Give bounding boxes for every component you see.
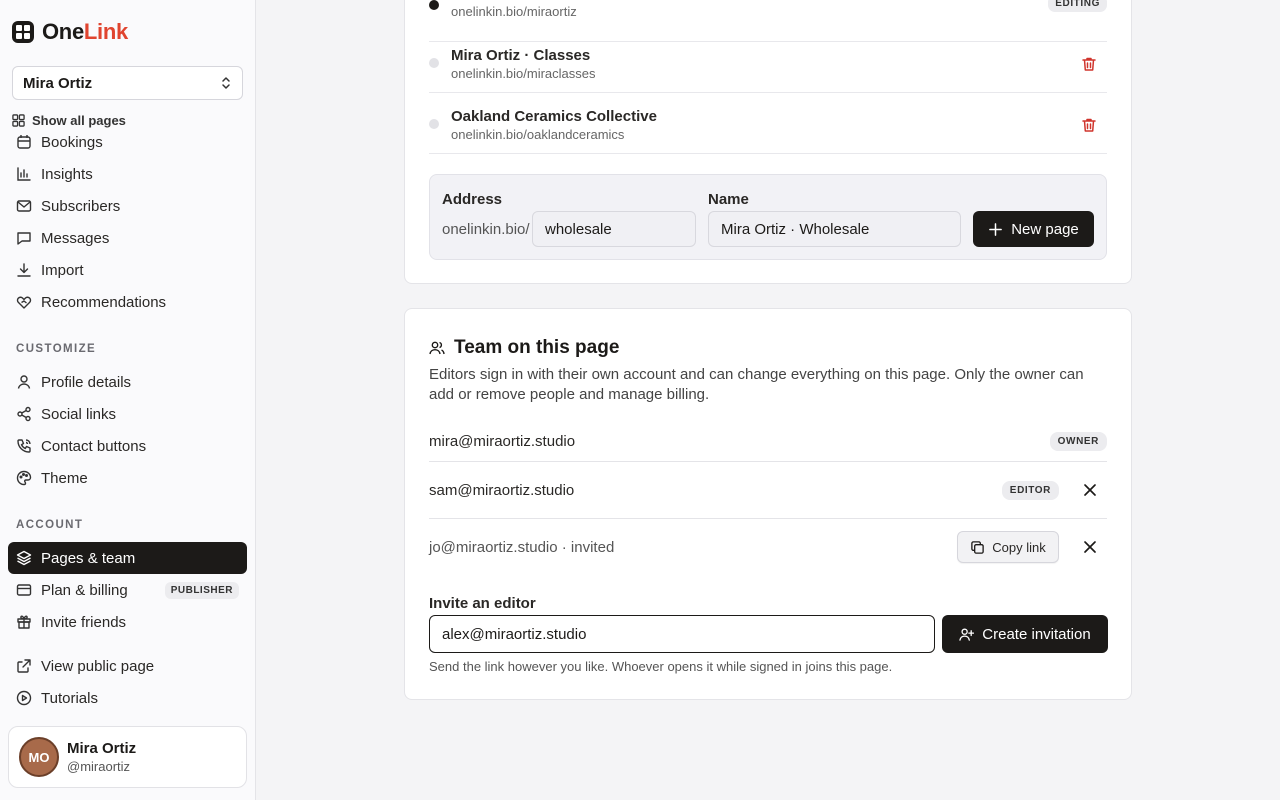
grid-icon (12, 114, 25, 127)
plan-badge: PUBLISHER (164, 581, 239, 599)
external-link-icon (17, 659, 31, 673)
heart-handshake-icon (16, 296, 32, 309)
member-row-invited: jo@miraortiz.studio · invited Copy link (429, 519, 1107, 576)
avatar: MO (19, 737, 59, 777)
message-icon (17, 232, 31, 245)
share-icon (17, 406, 31, 422)
invite-email-input[interactable] (429, 615, 935, 653)
section-label-account: ACCOUNT (16, 519, 84, 531)
user-plus-icon (959, 627, 975, 641)
sidebar-item-view-public-page[interactable]: View public page (8, 650, 247, 682)
phone-icon (17, 439, 31, 453)
editing-badge: EDITING (1048, 0, 1107, 12)
invite-help-text: Send the link however you like. Whoever … (429, 659, 893, 674)
page-selector-value: Mira Ortiz (23, 74, 93, 92)
member-email: jo@miraortiz.studio · invited (429, 539, 615, 556)
address-input[interactable] (532, 211, 696, 247)
account-name: Mira Ortiz (67, 740, 137, 757)
sidebar-item-theme[interactable]: Theme (8, 462, 247, 494)
plus-icon (989, 222, 1003, 236)
sidebar-item-bookings[interactable]: Bookings (8, 133, 247, 158)
layers-icon (16, 550, 32, 566)
sidebar-nav[interactable]: Bookings Insights Subscribers Messages I… (0, 133, 255, 715)
page-selector[interactable]: Mira Ortiz (12, 66, 243, 100)
name-label: Name (708, 191, 749, 208)
new-page-button[interactable]: New page (973, 211, 1094, 247)
member-row-owner: mira@miraortiz.studio OWNER (429, 423, 1107, 462)
user-icon (17, 375, 31, 389)
page-url: onelinkin.bio/miraclasses (451, 66, 596, 81)
account-card[interactable]: MO Mira Ortiz @miraortiz (8, 726, 247, 788)
download-icon (17, 263, 31, 277)
page-name: Mira Ortiz · Classes (451, 47, 591, 64)
page-name: Oakland Ceramics Collective (451, 108, 657, 125)
sidebar-item-recommendations[interactable]: Recommendations (8, 286, 247, 318)
chevron-up-down-icon (222, 77, 230, 89)
grid-logo-icon (12, 21, 34, 43)
sidebar-item-contact-buttons[interactable]: Contact buttons (8, 430, 247, 462)
sidebar-item-tutorials[interactable]: Tutorials (8, 682, 247, 714)
trash-icon[interactable] (1081, 117, 1097, 133)
page-row-miraclasses[interactable]: Mira Ortiz · Classes onelinkin.bio/mirac… (429, 32, 1107, 93)
sidebar-item-insights[interactable]: Insights (8, 158, 247, 190)
account-handle: @miraortiz (67, 759, 131, 774)
section-label-customize: CUSTOMIZE (16, 343, 97, 355)
sidebar-item-pages-team[interactable]: Pages & team (8, 542, 247, 574)
sidebar-item-social-links[interactable]: Social links (8, 398, 247, 430)
show-all-pages-link[interactable]: Show all pages (12, 113, 126, 128)
gift-icon (17, 615, 31, 629)
page-url: onelinkin.bio/miraortiz (451, 4, 577, 19)
editor-badge: EDITOR (1001, 481, 1059, 500)
new-page-form: Address onelinkin.bio/ Name New page (429, 174, 1107, 260)
sidebar: OneLink Mira Ortiz Show all pages Bookin… (0, 0, 256, 800)
sidebar-item-profile-details[interactable]: Profile details (8, 366, 247, 398)
pages-card: onelinkin.bio/miraortiz EDITING Mira Ort… (404, 0, 1132, 284)
close-icon[interactable] (1083, 483, 1097, 497)
calendar-icon (17, 135, 31, 149)
team-card: Team on this page Editors sign in with t… (404, 308, 1132, 700)
close-icon[interactable] (1083, 540, 1097, 554)
member-email: sam@miraortiz.studio (429, 482, 575, 499)
name-input[interactable] (708, 211, 961, 247)
brand-logo[interactable]: OneLink (12, 19, 128, 44)
sidebar-item-invite-friends[interactable]: Invite friends (8, 606, 247, 638)
page-url: onelinkin.bio/oaklandceramics (451, 127, 625, 142)
address-prefix: onelinkin.bio/ (442, 221, 530, 238)
users-icon (429, 341, 445, 355)
sidebar-item-subscribers[interactable]: Subscribers (8, 190, 247, 222)
active-page-dot (429, 0, 439, 10)
member-email: mira@miraortiz.studio (429, 433, 576, 450)
bar-chart-icon (17, 167, 31, 181)
brand-name: OneLink (42, 19, 128, 44)
create-invitation-button[interactable]: Create invitation (942, 615, 1108, 653)
mail-icon (16, 200, 32, 212)
copy-link-button[interactable]: Copy link (957, 531, 1059, 563)
trash-icon[interactable] (1081, 56, 1097, 72)
page-row-oaklandceramics[interactable]: Oakland Ceramics Collective onelinkin.bi… (429, 93, 1107, 154)
address-label: Address (442, 191, 503, 208)
play-circle-icon (16, 690, 32, 706)
sidebar-item-import[interactable]: Import (8, 254, 247, 286)
member-row-editor: sam@miraortiz.studio EDITOR (429, 462, 1107, 519)
sidebar-item-messages[interactable]: Messages (8, 222, 247, 254)
team-title: Team on this page (429, 337, 619, 359)
copy-icon (971, 540, 985, 554)
page-dot (429, 119, 439, 129)
owner-badge: OWNER (1049, 432, 1107, 451)
invite-label: Invite an editor (429, 595, 536, 612)
sidebar-item-plan-billing[interactable]: Plan & billing PUBLISHER (8, 574, 247, 606)
page-dot (429, 58, 439, 68)
palette-icon (16, 470, 32, 486)
credit-card-icon (16, 584, 32, 596)
team-description: Editors sign in with their own account a… (429, 366, 1084, 403)
